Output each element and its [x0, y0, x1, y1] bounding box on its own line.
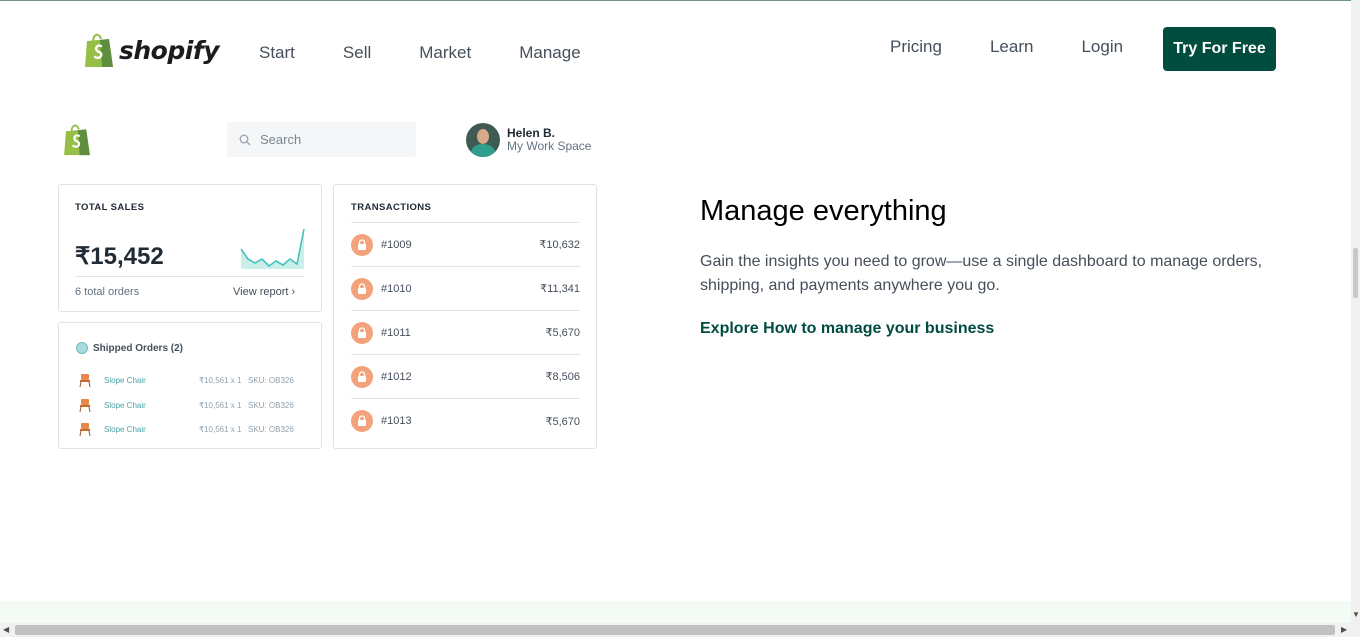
transaction-amount: ₹5,670	[545, 415, 580, 428]
user-profile[interactable]: Helen B. My Work Space	[466, 123, 591, 157]
scroll-down-arrow-icon[interactable]: ▼	[1352, 610, 1360, 619]
chair-icon	[79, 423, 91, 436]
item-qty: ₹10,561 x 1	[199, 424, 242, 434]
lock-icon	[351, 365, 373, 388]
transaction-row[interactable]: #1012 ₹8,506	[351, 355, 580, 399]
transactions-title: TRANSACTIONS	[351, 202, 432, 213]
transaction-row[interactable]: #1011 ₹5,670	[351, 311, 580, 355]
shipped-status-icon	[76, 342, 88, 354]
transaction-row[interactable]: #1009 ₹10,632	[351, 223, 580, 267]
sales-sparkline	[240, 228, 305, 269]
nav-manage[interactable]: Manage	[519, 43, 580, 63]
total-sales-card: TOTAL SALES ₹15,452 6 total orders View …	[58, 184, 322, 312]
item-qty: ₹10,561 x 1	[199, 375, 242, 385]
nav-learn[interactable]: Learn	[990, 37, 1033, 57]
transaction-amount: ₹5,670	[545, 327, 580, 339]
transaction-id: #1010	[381, 282, 412, 295]
lock-icon	[351, 410, 373, 432]
section-description: Gain the insights you need to grow—use a…	[700, 253, 1263, 294]
transaction-amount: ₹10,632	[539, 239, 580, 251]
transactions-card: TRANSACTIONS #1009 ₹10,632 #1010 ₹11,341…	[333, 184, 597, 449]
nav-sell[interactable]: Sell	[343, 43, 371, 63]
dashboard-search-input[interactable]: Search	[227, 122, 416, 157]
list-item[interactable]: Slope Chair ₹10,561 x 1 SKU: OB326	[79, 421, 309, 437]
item-sku: SKU: OB326	[248, 400, 294, 410]
section-headline: Manage everything	[700, 195, 947, 227]
transaction-amount: ₹11,341	[540, 283, 580, 295]
chair-icon	[79, 374, 91, 387]
divider	[75, 276, 304, 277]
avatar	[466, 123, 500, 157]
search-icon	[239, 134, 251, 145]
scroll-right-arrow-icon[interactable]: ▶	[1341, 625, 1347, 634]
logo-wordmark: shopify	[119, 35, 220, 65]
search-placeholder: Search	[260, 132, 302, 147]
transaction-amount: ₹8,506	[545, 371, 580, 383]
chair-icon	[79, 399, 91, 412]
transaction-id: #1011	[381, 326, 411, 339]
lock-icon	[351, 233, 373, 256]
total-sales-value: ₹15,452	[75, 243, 164, 270]
nav-pricing[interactable]: Pricing	[890, 37, 942, 57]
transaction-row[interactable]: #1013 ₹5,670	[351, 399, 580, 443]
shopify-logo[interactable]: shopify	[83, 31, 220, 69]
item-name: Slope Chair	[104, 400, 146, 410]
item-name: Slope Chair	[104, 424, 146, 434]
next-section-band	[0, 601, 1351, 623]
item-sku: SKU: OB326	[248, 424, 294, 434]
nav-start[interactable]: Start	[259, 43, 295, 63]
shopify-bag-icon	[85, 33, 113, 67]
chevron-right-icon: ›	[291, 286, 296, 298]
transaction-id: #1012	[381, 370, 412, 383]
secondary-nav: Pricing Learn Login	[890, 37, 1123, 57]
horizontal-scrollbar-thumb[interactable]	[15, 625, 1335, 635]
item-name: Slope Chair	[104, 375, 146, 385]
item-sku: SKU: OB326	[248, 375, 294, 385]
total-orders-text: 6 total orders	[75, 286, 140, 298]
primary-nav: Start Sell Market Manage	[259, 43, 629, 63]
transaction-id: #1013	[381, 415, 412, 427]
list-item[interactable]: Slope Chair ₹10,561 x 1 SKU: OB326	[79, 397, 309, 413]
dashboard-shopify-icon	[61, 122, 93, 162]
shipped-orders-card: Shipped Orders (2) Slope Chair ₹10,561 x…	[58, 322, 322, 449]
transaction-row[interactable]: #1010 ₹11,341	[351, 267, 580, 311]
total-sales-title: TOTAL SALES	[75, 202, 145, 213]
try-for-free-button[interactable]: Try For Free	[1163, 27, 1276, 71]
vertical-scrollbar[interactable]	[1351, 0, 1360, 623]
transaction-id: #1009	[381, 238, 412, 251]
view-report-label: View report	[233, 286, 289, 298]
list-item[interactable]: Slope Chair ₹10,561 x 1 SKU: OB326	[79, 372, 309, 388]
shipped-orders-title: Shipped Orders (2)	[93, 342, 184, 354]
user-workspace: My Work Space	[507, 139, 592, 153]
window-top-border	[0, 0, 1360, 1]
nav-login[interactable]: Login	[1081, 37, 1123, 57]
explore-manage-link[interactable]: Explore How to manage your business	[700, 320, 994, 338]
nav-market[interactable]: Market	[419, 43, 471, 63]
vertical-scrollbar-thumb[interactable]	[1353, 248, 1358, 298]
scroll-left-arrow-icon[interactable]: ◀	[3, 625, 9, 634]
lock-icon	[351, 321, 373, 344]
lock-icon	[351, 277, 373, 300]
view-report-link[interactable]: View report ›	[233, 286, 295, 298]
item-qty: ₹10,561 x 1	[199, 400, 242, 410]
